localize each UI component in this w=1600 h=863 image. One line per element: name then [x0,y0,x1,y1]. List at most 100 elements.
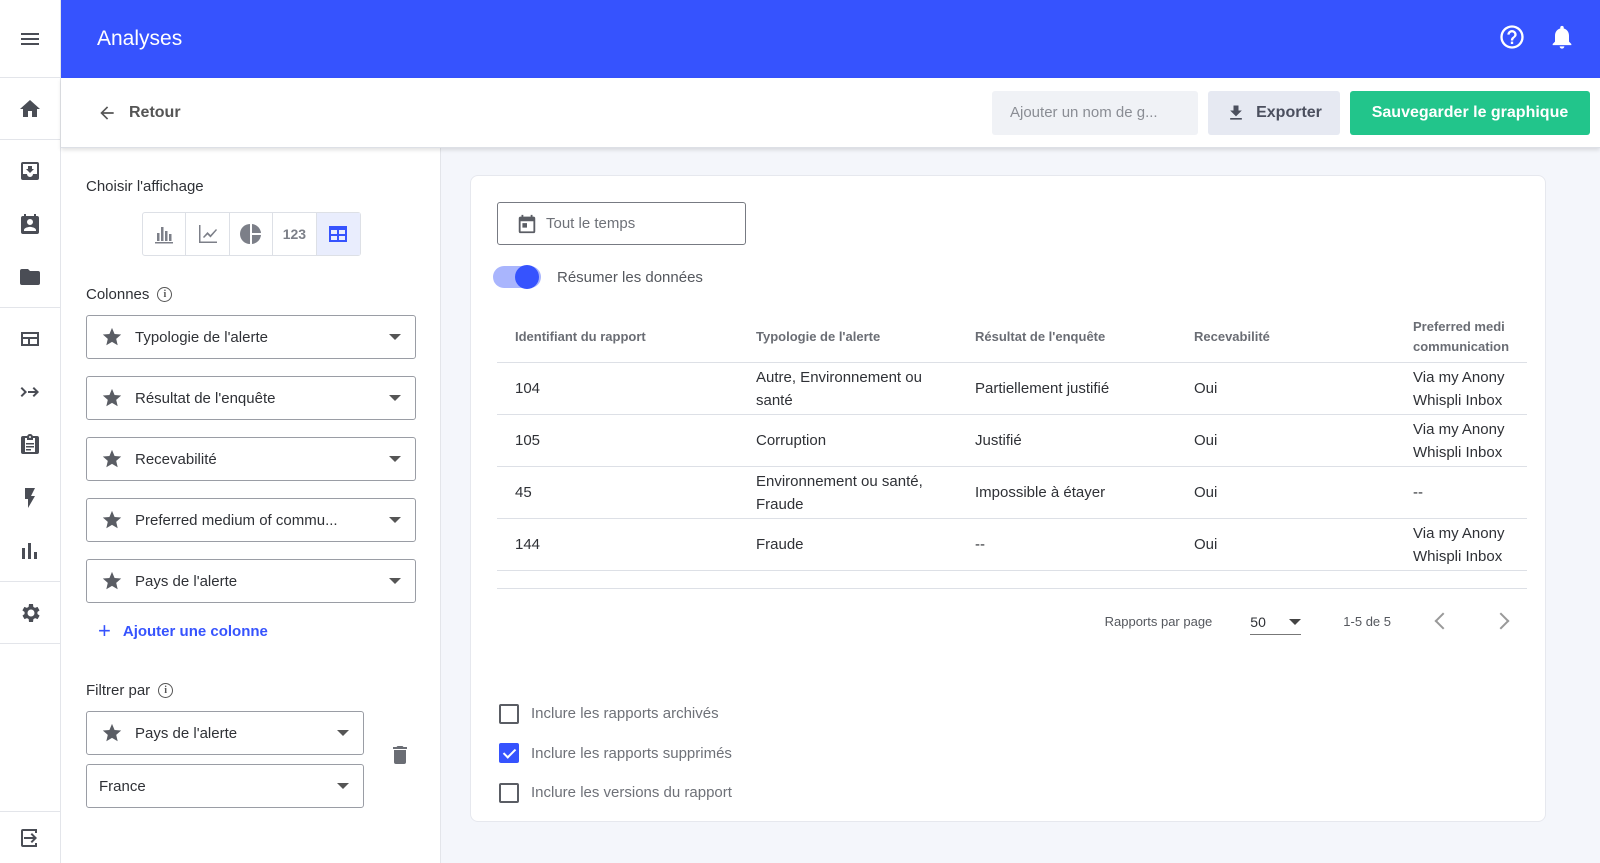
cell-medium: Via my Anony Whispli Inbox [1413,418,1527,464]
bar-chart-icon[interactable] [0,524,60,577]
toolbar-actions: Exporter Sauvegarder le graphique [992,90,1590,135]
cell-line: Via my Anony [1413,368,1505,386]
pie-chart-mode-button[interactable] [230,213,274,255]
checkbox-label: Inclure les rapports archivés [531,705,719,723]
cell-line: Whispli Inbox [1413,391,1503,409]
star-icon [102,449,122,468]
rows-per-page-label: Rapports par page [1104,613,1213,629]
graph-name-input[interactable] [992,90,1198,135]
table-pagination: Rapports par page 50 1-5 de 5 [497,588,1527,653]
cell-line: -- [1413,484,1423,501]
cell-result: Partiellement justifié [975,380,1110,397]
column-select-value: Recevabilité [135,450,217,468]
rail-group-main [0,78,60,140]
include-archived-option[interactable]: Inclure les rapports archivés [499,694,732,734]
table-row[interactable]: 105 Corruption Justifié Oui Via my Anony… [497,415,1527,467]
summarize-toggle[interactable] [493,265,541,289]
cell-line: Fraude [756,495,804,513]
folder-icon[interactable] [0,250,60,303]
trash-icon[interactable] [388,743,412,772]
side-rail [0,0,61,863]
table-row[interactable]: 45 Environnement ou santé, Fraude Impossi… [497,467,1527,519]
column-select[interactable]: Preferred medium of commu... [86,498,416,542]
previous-page-icon[interactable] [1434,612,1452,630]
include-deleted-option[interactable]: Inclure les rapports supprimés [499,734,732,774]
cell-line: santé [756,391,793,409]
columns-section-label: Colonnes i [86,286,415,303]
column-header[interactable]: Preferred medi communication [1413,317,1527,357]
clipboard-icon[interactable] [0,418,60,471]
info-icon[interactable]: i [158,683,174,698]
line-chart-mode-button[interactable] [186,213,230,255]
cell-result: Impossible à étayer [975,484,1106,501]
toggle-knob [515,265,539,289]
table-mode-button[interactable] [316,213,361,255]
display-mode-toggle: 123 [142,212,361,256]
save-chart-button[interactable]: Sauvegarder le graphique [1350,90,1590,135]
calendar-icon [518,214,536,233]
shuffle-merge-icon[interactable] [0,365,60,418]
cell-line: Corruption [756,432,827,449]
back-button[interactable]: Retour [97,103,181,123]
filter-value-select[interactable]: France [86,764,364,808]
lightning-icon[interactable] [0,471,60,524]
menu-icon[interactable] [0,0,60,78]
column-header[interactable]: Identifiant du rapport [497,329,756,344]
column-header[interactable]: Typologie de l'alerte [756,325,975,348]
column-select-value: Pays de l'alerte [135,572,238,590]
checkbox[interactable] [499,782,519,803]
next-page-icon[interactable] [1492,612,1510,630]
logout-icon[interactable] [0,811,60,863]
include-versions-option[interactable]: Inclure les versions du rapport [499,773,732,813]
add-column-button[interactable]: + Ajouter une colonne [98,620,415,642]
star-icon [102,388,122,407]
chevron-down-icon [389,517,401,523]
help-icon[interactable] [1498,23,1526,56]
number-mode-button[interactable]: 123 [273,213,317,255]
rail-group-settings [0,582,60,644]
notification-bell-icon[interactable] [1548,23,1576,56]
cell-line: Via my Anony [1413,420,1505,438]
home-icon[interactable] [0,82,60,135]
dashboard-layout-icon[interactable] [0,312,60,365]
column-select[interactable]: Recevabilité [86,437,416,481]
inbox-download-icon[interactable] [0,144,60,197]
cell-medium: -- [1413,481,1527,504]
filter-field-value: Pays de l'alerte [135,724,238,742]
table-row[interactable]: 144 Fraude -- Oui Via my Anony Whispli In… [497,519,1527,571]
date-range-picker[interactable]: Tout le temps [497,202,746,245]
filter-value: France [99,777,146,795]
column-header-line: Preferred medi [1413,318,1505,334]
column-header[interactable]: Résultat de l'enquête [975,329,1194,344]
cell-id: 45 [515,484,532,501]
filter-label: Filtrer par [86,682,151,699]
export-button[interactable]: Exporter [1208,90,1340,135]
info-icon[interactable]: i [157,287,173,302]
app-header: Analyses [61,0,1600,78]
column-selects: Typologie de l'alerte Résultat de l'enqu… [86,315,416,603]
column-select[interactable]: Pays de l'alerte [86,559,416,603]
column-select-value: Preferred medium of commu... [135,511,338,529]
summarize-row: Résumer les données [493,265,703,289]
column-select[interactable]: Résultat de l'enquête [86,376,416,420]
rows-per-page-value: 50 [1250,613,1266,630]
filter-field-select[interactable]: Pays de l'alerte [86,711,364,755]
gear-icon[interactable] [0,586,60,639]
checkbox[interactable] [499,703,519,724]
column-select[interactable]: Typologie de l'alerte [86,315,416,359]
cell-medium: Via my Anony Whispli Inbox [1413,366,1527,412]
column-header[interactable]: Recevabilité [1194,329,1413,344]
cell-admissibility: Oui [1194,380,1218,397]
config-panel: Choisir l'affichage 123 Colonnes i Typol… [61,148,441,863]
checkbox[interactable] [499,743,519,764]
bar-chart-mode-button[interactable] [143,213,187,255]
page-title: Analyses [97,27,183,50]
cell-line: Autre, Environnement ou [756,368,922,386]
rows-per-page-select[interactable]: 50 [1250,613,1302,635]
date-range-value: Tout le temps [546,215,636,232]
table-row[interactable]: 104 Autre, Environnement ou santé Partiel… [497,363,1527,415]
filter-fields: Pays de l'alerte France [86,711,364,808]
filter-row: Pays de l'alerte France [86,711,415,808]
data-table: Identifiant du rapport Typologie de l'al… [497,311,1527,571]
contact-calendar-icon[interactable] [0,197,60,250]
